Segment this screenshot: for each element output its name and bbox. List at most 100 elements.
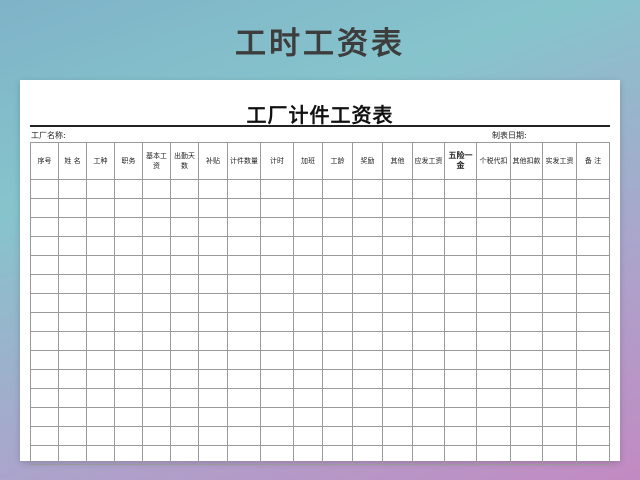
table-row (30, 255, 610, 275)
table-cell (510, 236, 543, 256)
table-header-row: 序号 姓 名 工种 职务 基本工资 出勤天数 补贴 计件数量 计时 加班 工龄 … (30, 142, 610, 180)
table-cell (86, 407, 115, 427)
table-cell (476, 350, 511, 370)
table-cell (227, 236, 261, 256)
table-cell (86, 255, 115, 275)
column-header: 加班 (293, 142, 323, 180)
table-cell (322, 369, 353, 389)
wage-table: 序号 姓 名 工种 职务 基本工资 出勤天数 补贴 计件数量 计时 加班 工龄 … (30, 142, 610, 465)
table-cell (114, 274, 143, 294)
table-cell (58, 331, 87, 351)
table-cell (382, 331, 413, 351)
table-cell (510, 445, 543, 465)
table-cell (322, 179, 353, 199)
table-cell (476, 217, 511, 237)
table-cell (198, 217, 228, 237)
table-cell (198, 350, 228, 370)
table-cell (293, 217, 323, 237)
table-cell (444, 255, 477, 275)
table-cell (542, 369, 577, 389)
table-cell (86, 293, 115, 313)
table-cell (293, 407, 323, 427)
table-cell (170, 331, 199, 351)
table-cell (352, 445, 383, 465)
table-row (30, 312, 610, 332)
table-cell (444, 426, 477, 446)
table-cell (352, 198, 383, 218)
table-cell (444, 369, 477, 389)
table-cell (86, 369, 115, 389)
table-cell (86, 198, 115, 218)
table-cell (198, 445, 228, 465)
table-cell (576, 426, 610, 446)
table-cell (114, 331, 143, 351)
table-cell (260, 312, 294, 332)
table-cell (260, 426, 294, 446)
table-cell (352, 312, 383, 332)
table-cell (322, 388, 353, 408)
table-cell (30, 388, 59, 408)
table-cell (260, 293, 294, 313)
table-cell (444, 274, 477, 294)
table-cell (198, 274, 228, 294)
table-row (30, 179, 610, 199)
table-cell (86, 445, 115, 465)
column-header: 实发工资 (542, 142, 577, 180)
table-cell (382, 293, 413, 313)
table-cell (322, 350, 353, 370)
banner-title: 工时工资表 (235, 26, 405, 62)
table-cell (30, 179, 59, 199)
table-cell (382, 350, 413, 370)
table-cell (576, 255, 610, 275)
table-cell (198, 312, 228, 332)
table-cell (352, 350, 383, 370)
table-cell (412, 312, 445, 332)
table-cell (260, 407, 294, 427)
table-cell (412, 236, 445, 256)
table-row (30, 274, 610, 294)
table-cell (114, 445, 143, 465)
table-cell (444, 198, 477, 218)
table-cell (227, 198, 261, 218)
table-cell (510, 217, 543, 237)
table-cell (382, 179, 413, 199)
table-cell (352, 274, 383, 294)
table-row (30, 350, 610, 370)
table-cell (142, 236, 171, 256)
table-cell (476, 445, 511, 465)
table-cell (86, 426, 115, 446)
table-cell (382, 312, 413, 332)
table-cell (382, 274, 413, 294)
table-cell (114, 388, 143, 408)
table-cell (352, 388, 383, 408)
table-cell (58, 445, 87, 465)
table-cell (293, 274, 323, 294)
table-cell (260, 236, 294, 256)
table-cell (142, 293, 171, 313)
table-cell (198, 255, 228, 275)
table-cell (542, 179, 577, 199)
table-cell (542, 426, 577, 446)
table-cell (510, 293, 543, 313)
table-cell (170, 426, 199, 446)
table-cell (412, 217, 445, 237)
table-cell (576, 331, 610, 351)
table-cell (58, 350, 87, 370)
table-cell (542, 350, 577, 370)
title-divider (30, 125, 610, 127)
table-cell (510, 312, 543, 332)
table-cell (576, 312, 610, 332)
table-cell (322, 255, 353, 275)
table-cell (476, 331, 511, 351)
table-cell (260, 255, 294, 275)
table-cell (114, 369, 143, 389)
column-header: 计件数量 (227, 142, 261, 180)
table-cell (58, 312, 87, 332)
table-row (30, 198, 610, 218)
table-cell (198, 331, 228, 351)
table-cell (322, 445, 353, 465)
table-cell (542, 255, 577, 275)
table-cell (576, 407, 610, 427)
table-cell (322, 407, 353, 427)
table-cell (444, 388, 477, 408)
